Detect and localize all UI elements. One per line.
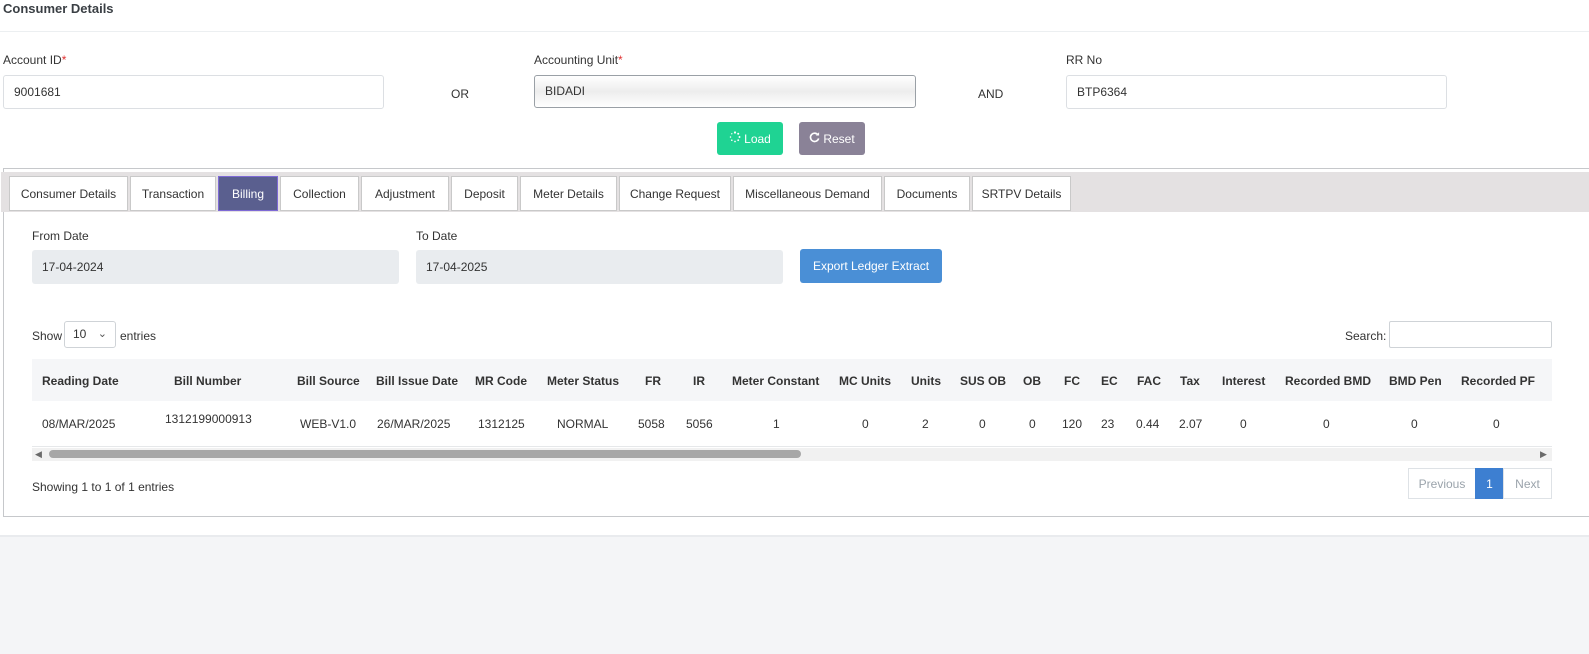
table-cell: 0 bbox=[1493, 417, 1500, 431]
table-cell: 2 bbox=[922, 417, 929, 431]
table-cell: 1312199000913 bbox=[165, 412, 252, 426]
table-cell: 08/MAR/2025 bbox=[42, 417, 116, 431]
refresh-icon bbox=[809, 131, 820, 146]
column-header[interactable]: IR bbox=[693, 374, 705, 388]
table-cell: 5058 bbox=[638, 417, 665, 431]
column-header[interactable]: BMD Pen bbox=[1389, 374, 1442, 388]
column-header[interactable]: Bill Issue Date bbox=[376, 374, 458, 388]
tab-miscellaneous-demand[interactable]: Miscellaneous Demand bbox=[733, 176, 882, 211]
column-header[interactable]: MR Code bbox=[475, 374, 527, 388]
column-header[interactable]: Tax bbox=[1180, 374, 1200, 388]
table-cell: 0 bbox=[1240, 417, 1247, 431]
table-cell: 26/MAR/2025 bbox=[377, 417, 451, 431]
reset-label: Reset bbox=[823, 131, 855, 146]
column-header[interactable]: Recorded BMD bbox=[1285, 374, 1371, 388]
tab-consumer-details[interactable]: Consumer Details bbox=[9, 176, 128, 211]
table-cell: 5056 bbox=[686, 417, 713, 431]
divider bbox=[32, 446, 1552, 447]
account-id-label: Account ID* bbox=[3, 53, 67, 67]
next-button[interactable]: Next bbox=[1503, 468, 1552, 499]
column-header[interactable]: Interest bbox=[1222, 374, 1265, 388]
tab-documents[interactable]: Documents bbox=[884, 176, 970, 211]
show-label: Show bbox=[32, 329, 63, 343]
table-cell: 0 bbox=[1029, 417, 1036, 431]
column-header[interactable]: OB bbox=[1023, 374, 1041, 388]
rr-no-label: RR No bbox=[1066, 53, 1103, 67]
reset-button[interactable]: Reset bbox=[799, 122, 865, 155]
tab-collection[interactable]: Collection bbox=[280, 176, 359, 211]
table-cell: 0 bbox=[1411, 417, 1418, 431]
table-cell: 0 bbox=[862, 417, 869, 431]
account-id-field[interactable]: 9001681 bbox=[3, 75, 384, 109]
load-button[interactable]: Load bbox=[717, 122, 783, 155]
tab-meter-details[interactable]: Meter Details bbox=[520, 176, 617, 211]
accounting-unit-select[interactable]: BIDADI bbox=[534, 75, 916, 108]
column-header[interactable]: Bill Number bbox=[174, 374, 241, 388]
chevron-down-icon: ⌄ bbox=[97, 328, 107, 340]
page-title: Consumer Details bbox=[3, 1, 114, 16]
tab-transaction[interactable]: Transaction bbox=[130, 176, 216, 211]
tab-change-request[interactable]: Change Request bbox=[619, 176, 731, 211]
table-cell: 0.44 bbox=[1136, 417, 1160, 431]
tab-billing[interactable]: Billing bbox=[218, 176, 278, 211]
search-input[interactable] bbox=[1389, 321, 1552, 348]
accounting-unit-label: Accounting Unit* bbox=[534, 53, 623, 67]
table-cell: NORMAL bbox=[557, 417, 609, 431]
and-text: AND bbox=[978, 87, 1004, 101]
column-header[interactable]: Units bbox=[911, 374, 941, 388]
table-cell: WEB-V1.0 bbox=[300, 417, 357, 431]
table-cell: 1 bbox=[773, 417, 780, 431]
column-header[interactable]: FAC bbox=[1137, 374, 1161, 388]
column-header[interactable]: MC Units bbox=[839, 374, 891, 388]
to-date-input[interactable]: 17-04-2025 bbox=[416, 250, 783, 284]
tab-deposit[interactable]: Deposit bbox=[451, 176, 518, 211]
from-date-label: From Date bbox=[32, 229, 89, 243]
tab-srtpv-details[interactable]: SRTPV Details bbox=[972, 176, 1071, 211]
column-header[interactable]: Recorded PF bbox=[1461, 374, 1535, 388]
scroll-left-icon[interactable]: ◀ bbox=[35, 448, 42, 461]
table-cell: 0 bbox=[979, 417, 986, 431]
table-cell: 120 bbox=[1062, 417, 1083, 431]
scroll-right-icon[interactable]: ▶ bbox=[1540, 448, 1547, 461]
entries-select[interactable]: 10 ⌄ bbox=[64, 321, 116, 348]
column-header[interactable]: SUS OB bbox=[960, 374, 1006, 388]
table-cell: 1312125 bbox=[478, 417, 525, 431]
search-label: Search: bbox=[1345, 329, 1387, 343]
to-date-label: To Date bbox=[416, 229, 458, 243]
column-header[interactable]: FR bbox=[645, 374, 661, 388]
or-text: OR bbox=[451, 87, 469, 101]
export-ledger-button[interactable]: Export Ledger Extract bbox=[800, 249, 942, 283]
table-cell: 23 bbox=[1101, 417, 1115, 431]
column-header[interactable]: Reading Date bbox=[42, 374, 119, 388]
scrollbar-thumb[interactable] bbox=[49, 450, 801, 458]
tab-adjustment[interactable]: Adjustment bbox=[361, 176, 449, 211]
from-date-input[interactable]: 17-04-2024 bbox=[32, 250, 399, 284]
column-header[interactable]: Meter Status bbox=[547, 374, 619, 388]
entries-label: entries bbox=[120, 329, 157, 343]
table-cell: 2.07 bbox=[1179, 417, 1203, 431]
entries-value: 10 bbox=[73, 327, 87, 341]
column-header[interactable]: FC bbox=[1064, 374, 1080, 388]
previous-button[interactable]: Previous bbox=[1408, 468, 1476, 499]
divider bbox=[0, 535, 1589, 537]
column-header[interactable]: Meter Constant bbox=[732, 374, 819, 388]
column-header[interactable]: EC bbox=[1101, 374, 1118, 388]
divider bbox=[0, 31, 1589, 32]
rr-no-field[interactable]: BTP6364 bbox=[1066, 75, 1447, 109]
column-header[interactable]: Bill Source bbox=[297, 374, 360, 388]
table-cell: 0 bbox=[1323, 417, 1330, 431]
page-1-button[interactable]: 1 bbox=[1475, 468, 1504, 499]
table-info: Showing 1 to 1 of 1 entries bbox=[32, 480, 175, 494]
load-label: Load bbox=[744, 131, 771, 146]
spinner-icon bbox=[729, 131, 741, 146]
